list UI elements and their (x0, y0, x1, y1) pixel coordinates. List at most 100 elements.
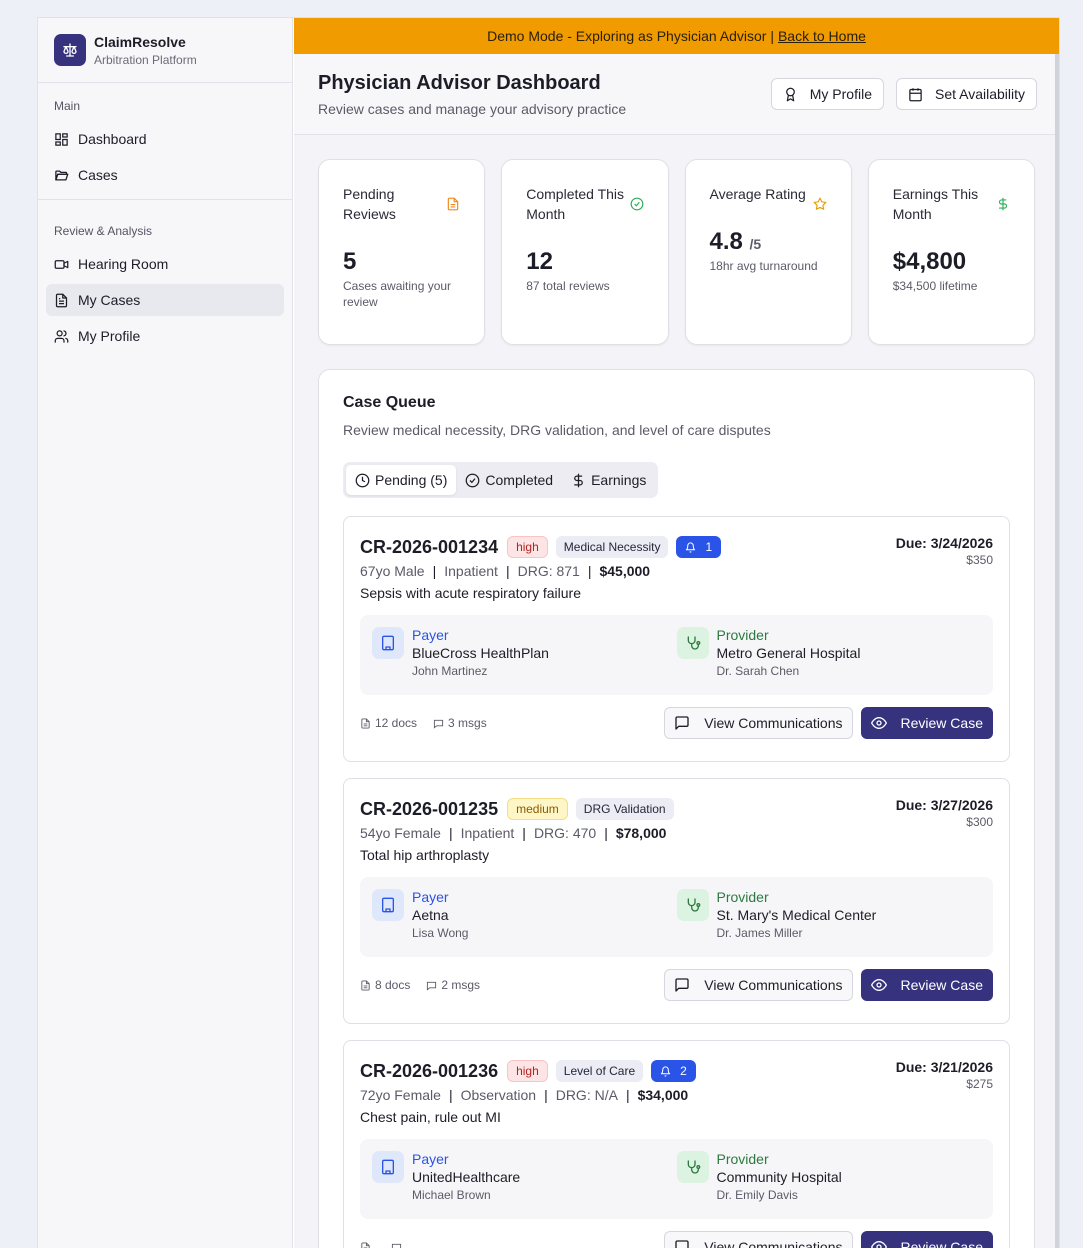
sidebar-item-hearing-room[interactable]: Hearing Room (46, 248, 284, 280)
folder-open-icon (55, 170, 69, 180)
button-label: View Communications (704, 1239, 843, 1248)
review-case-button[interactable]: Review Case (860, 707, 993, 739)
case-id[interactable]: CR-2026-001236 (360, 1061, 498, 1082)
case-footer: 8 docs 2 msgs View Communications Review… (360, 969, 993, 1001)
priority-badge: medium (507, 798, 568, 820)
payer-label: Payer (412, 889, 449, 905)
case-type-badge: Medical Necessity (555, 536, 669, 558)
stat-card-completed: Completed This Month 12 87 total reviews (501, 159, 669, 345)
diagnosis: Chest pain, rule out MI (360, 1109, 501, 1125)
case-id[interactable]: CR-2026-001234 (360, 537, 498, 558)
sidebar-item-label: My Profile (78, 328, 141, 344)
stat-card-earnings: Earnings This Month $4,800 $34,500 lifet… (867, 159, 1035, 345)
stethoscope-icon (676, 627, 709, 659)
brand-subtitle: Arbitration Platform (94, 52, 197, 67)
stat-label: Earnings This Month (892, 186, 979, 222)
check-circle-icon (466, 473, 480, 487)
stat-suffix: /5 (749, 236, 762, 252)
case-id[interactable]: CR-2026-001235 (360, 799, 498, 820)
view-communications-button[interactable]: View Communications (664, 969, 853, 1001)
msgs-count: 2 msgs (426, 978, 480, 992)
dollar-icon (998, 197, 1008, 211)
provider-info: Provider Metro General Hospital Dr. Sara… (676, 627, 982, 683)
stethoscope-icon (676, 889, 709, 921)
file-icon (361, 717, 370, 729)
payer-label: Payer (412, 1151, 449, 1167)
dollar-icon (574, 473, 583, 487)
provider-label: Provider (716, 1151, 769, 1167)
view-communications-button[interactable]: View Communications (664, 707, 853, 739)
sidebar-item-label: My Cases (78, 292, 141, 308)
provider-name: St. Mary's Medical Center (716, 907, 877, 923)
payer-info: Payer UnitedHealthcare Michael Brown (372, 1151, 677, 1207)
review-case-button[interactable]: Review Case (860, 1231, 993, 1248)
stat-label: Completed This Month (526, 186, 625, 222)
tab-completed[interactable]: Completed (456, 465, 562, 495)
sidebar-item-dashboard[interactable]: Dashboard (46, 123, 284, 155)
stat-card-pending: Pending Reviews 5 Cases awaiting your re… (318, 159, 486, 345)
scrollbar[interactable] (1055, 54, 1059, 1248)
nav-heading: Main (54, 99, 81, 113)
demo-banner: Demo Mode - Exploring as Physician Advis… (294, 18, 1059, 54)
queue-subtitle: Review medical necessity, DRG validation… (343, 422, 771, 438)
sidebar-item-label: Cases (78, 167, 118, 183)
stat-value: 5 (343, 248, 357, 275)
payer-name: Aetna (412, 907, 449, 923)
care-setting: Observation (460, 1087, 537, 1103)
stethoscope-icon (676, 1151, 709, 1183)
eye-icon (870, 1240, 887, 1248)
app-window: ClaimResolve Arbitration Platform Main D… (37, 17, 1060, 1248)
tab-label: Completed (485, 472, 554, 488)
msgs-count (391, 1242, 406, 1248)
back-to-home-link[interactable]: Back to Home (778, 28, 866, 44)
sidebar: ClaimResolve Arbitration Platform Main D… (38, 18, 293, 1248)
msgs-count: 3 msgs (433, 716, 487, 730)
due-info: Due: 3/21/2026 $275 (896, 1059, 993, 1091)
view-communications-button[interactable]: View Communications (664, 1231, 853, 1248)
sidebar-item-cases[interactable]: Cases (46, 159, 284, 191)
alert-badge[interactable]: 2 (651, 1060, 696, 1082)
clock-icon (355, 473, 370, 487)
stat-card-rating: Average Rating 4.8 /5 18hr avg turnaroun… (684, 159, 852, 345)
file-icon (448, 197, 459, 211)
message-square-icon (675, 716, 689, 730)
set-availability-button[interactable]: Set Availability (895, 78, 1037, 110)
message-icon (427, 981, 437, 991)
building-icon (372, 1151, 404, 1183)
message-icon (391, 1243, 402, 1248)
parties: Payer BlueCross HealthPlan John Martinez… (360, 615, 993, 695)
button-label: Set Availability (934, 86, 1025, 102)
file-text-icon (55, 293, 68, 307)
review-fee: $300 (966, 815, 993, 829)
payer-label: Payer (412, 627, 449, 643)
parties: Payer Aetna Lisa Wong Provider St. Mary'… (360, 877, 993, 957)
alert-count: 1 (705, 540, 713, 554)
button-label: View Communications (704, 977, 843, 993)
alert-badge[interactable]: 1 (676, 536, 722, 558)
tab-earnings[interactable]: Earnings (562, 465, 655, 495)
sidebar-item-my-cases[interactable]: My Cases (46, 284, 284, 316)
sidebar-item-my-profile[interactable]: My Profile (46, 320, 284, 352)
payer-contact: John Martinez (412, 664, 488, 678)
stat-sub: 87 total reviews (526, 279, 610, 293)
my-profile-button[interactable]: My Profile (770, 78, 884, 110)
scrollbar-thumb[interactable] (1055, 54, 1059, 1248)
brand[interactable]: ClaimResolve Arbitration Platform (38, 18, 292, 83)
drg-code: DRG: N/A (555, 1087, 618, 1103)
care-setting: Inpatient (444, 563, 498, 579)
tab-label: Pending (5) (375, 472, 448, 488)
review-case-button[interactable]: Review Case (860, 969, 993, 1001)
tab-pending[interactable]: Pending (5) (346, 465, 457, 495)
video-icon (54, 259, 69, 269)
page-header: Physician Advisor Dashboard Review cases… (294, 54, 1059, 135)
stats-row: Pending Reviews 5 Cases awaiting your re… (318, 159, 1035, 345)
button-label: View Communications (704, 715, 843, 731)
claim-amount: $78,000 (615, 825, 667, 841)
eye-icon (870, 978, 887, 992)
care-setting: Inpatient (460, 825, 515, 841)
scales-icon (54, 34, 86, 66)
provider-contact: Dr. Emily Davis (716, 1188, 798, 1202)
stat-sub: 18hr avg turnaround (709, 259, 818, 273)
docs-count (360, 1241, 375, 1248)
review-fee: $275 (966, 1077, 993, 1091)
